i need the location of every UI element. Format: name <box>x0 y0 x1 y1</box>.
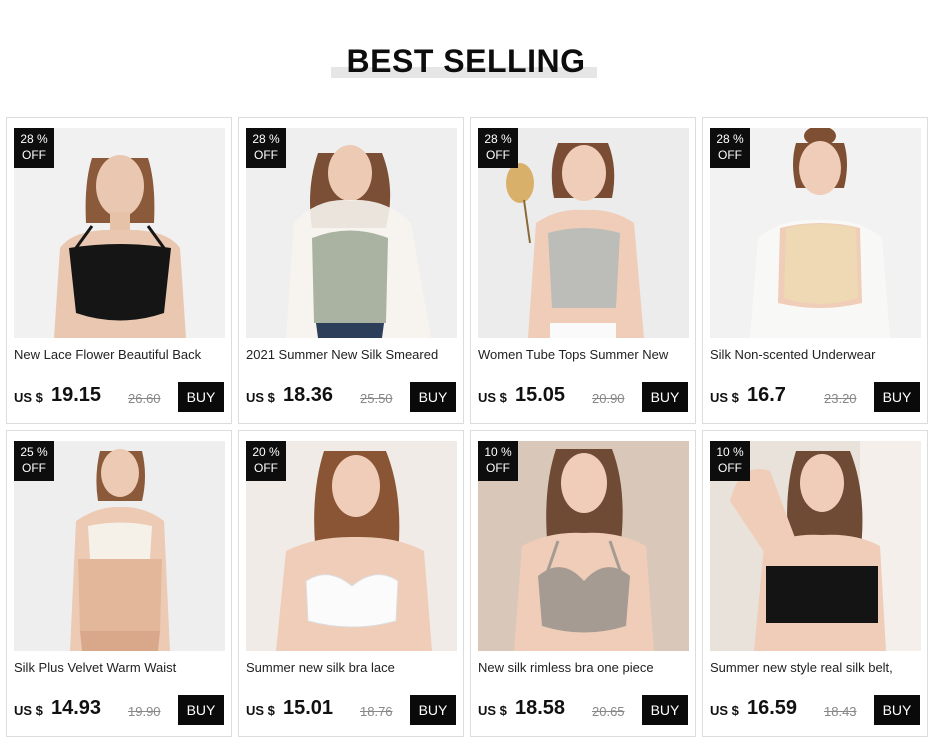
product-card[interactable]: 10 % OFF Summer new style real silk belt… <box>702 430 928 737</box>
buy-button[interactable]: BUY <box>178 382 224 412</box>
sale-price: 16.59 <box>747 697 798 719</box>
product-card[interactable]: 10 % OFF New silk rimless bra one piece … <box>470 430 696 737</box>
currency-label: US $ <box>478 390 507 405</box>
product-card[interactable]: 20 % OFF Summer new silk bra lace US $ 1… <box>238 430 464 737</box>
currency-label: US $ <box>246 390 275 405</box>
product-title[interactable]: Silk Plus Velvet Warm Waist <box>14 660 226 675</box>
price-row: US $ 14.93 19.90 BUY <box>14 695 226 725</box>
price-row: US $ 18.36 25.50 BUY <box>246 382 458 412</box>
currency-label: US $ <box>246 703 275 718</box>
discount-badge: 20 % OFF <box>246 441 286 481</box>
original-price: 25.50 <box>360 391 393 406</box>
product-image[interactable]: 20 % OFF <box>246 441 457 651</box>
product-image[interactable]: 28 % OFF <box>478 128 689 338</box>
original-price: 26.60 <box>128 391 161 406</box>
currency-label: US $ <box>710 703 739 718</box>
product-card[interactable]: 25 % OFF Silk Plus Velvet Warm Waist US … <box>6 430 232 737</box>
currency-label: US $ <box>14 390 43 405</box>
currency-label: US $ <box>710 390 739 405</box>
original-price: 20.65 <box>592 704 625 719</box>
product-image[interactable]: 28 % OFF <box>246 128 457 338</box>
sale-price: 19.15 <box>51 384 102 406</box>
price-row: US $ 18.58 20.65 BUY <box>478 695 690 725</box>
buy-button[interactable]: BUY <box>410 695 456 725</box>
price-row: US $ 15.01 18.76 BUY <box>246 695 458 725</box>
discount-badge: 28 % OFF <box>710 128 750 168</box>
sale-price: 15.05 <box>515 384 566 406</box>
discount-badge: 10 % OFF <box>710 441 750 481</box>
price-row: US $ 15.05 20.90 BUY <box>478 382 690 412</box>
sale-price: 15.01 <box>283 697 334 719</box>
product-title[interactable]: New Lace Flower Beautiful Back <box>14 347 226 362</box>
original-price: 23.20 <box>824 391 857 406</box>
discount-badge: 28 % OFF <box>246 128 286 168</box>
price-row: US $ 19.15 26.60 BUY <box>14 382 226 412</box>
product-title[interactable]: New silk rimless bra one piece <box>478 660 690 675</box>
currency-label: US $ <box>478 703 507 718</box>
discount-badge: 25 % OFF <box>14 441 54 481</box>
product-title[interactable]: 2021 Summer New Silk Smeared <box>246 347 458 362</box>
original-price: 20.90 <box>592 391 625 406</box>
sale-price: 14.93 <box>51 697 102 719</box>
product-image[interactable]: 10 % OFF <box>478 441 689 651</box>
discount-badge: 28 % OFF <box>14 128 54 168</box>
buy-button[interactable]: BUY <box>874 382 920 412</box>
sale-price: 16.7 <box>747 384 786 406</box>
discount-badge: 10 % OFF <box>478 441 518 481</box>
buy-button[interactable]: BUY <box>410 382 456 412</box>
section-title: BEST SELLING <box>346 43 586 79</box>
product-image[interactable]: 28 % OFF <box>710 128 921 338</box>
product-title[interactable]: Women Tube Tops Summer New <box>478 347 690 362</box>
buy-button[interactable]: BUY <box>178 695 224 725</box>
original-price: 19.90 <box>128 704 161 719</box>
product-title[interactable]: Summer new silk bra lace <box>246 660 458 675</box>
sale-price: 18.58 <box>515 697 566 719</box>
sale-price: 18.36 <box>283 384 334 406</box>
buy-button[interactable]: BUY <box>642 382 688 412</box>
original-price: 18.76 <box>360 704 393 719</box>
section-header: BEST SELLING <box>0 40 932 85</box>
price-row: US $ 16.59 18.43 BUY <box>710 695 922 725</box>
product-card[interactable]: 28 % OFF Women Tube Tops Summer New US $… <box>470 117 696 424</box>
product-card[interactable]: 28 % OFF Silk Non-scented Underwear US $… <box>702 117 928 424</box>
price-row: US $ 16.7 23.20 BUY <box>710 382 922 412</box>
currency-label: US $ <box>14 703 43 718</box>
product-card[interactable]: 28 % OFF New Lace Flower Beautiful Back … <box>6 117 232 424</box>
product-card[interactable]: 28 % OFF 2021 Summer New Silk Smeared US… <box>238 117 464 424</box>
buy-button[interactable]: BUY <box>642 695 688 725</box>
product-image[interactable]: 28 % OFF <box>14 128 225 338</box>
discount-badge: 28 % OFF <box>478 128 518 168</box>
product-image[interactable]: 25 % OFF <box>14 441 225 651</box>
product-title[interactable]: Silk Non-scented Underwear <box>710 347 922 362</box>
product-title[interactable]: Summer new style real silk belt, <box>710 660 922 675</box>
product-image[interactable]: 10 % OFF <box>710 441 921 651</box>
original-price: 18.43 <box>824 704 857 719</box>
buy-button[interactable]: BUY <box>874 695 920 725</box>
